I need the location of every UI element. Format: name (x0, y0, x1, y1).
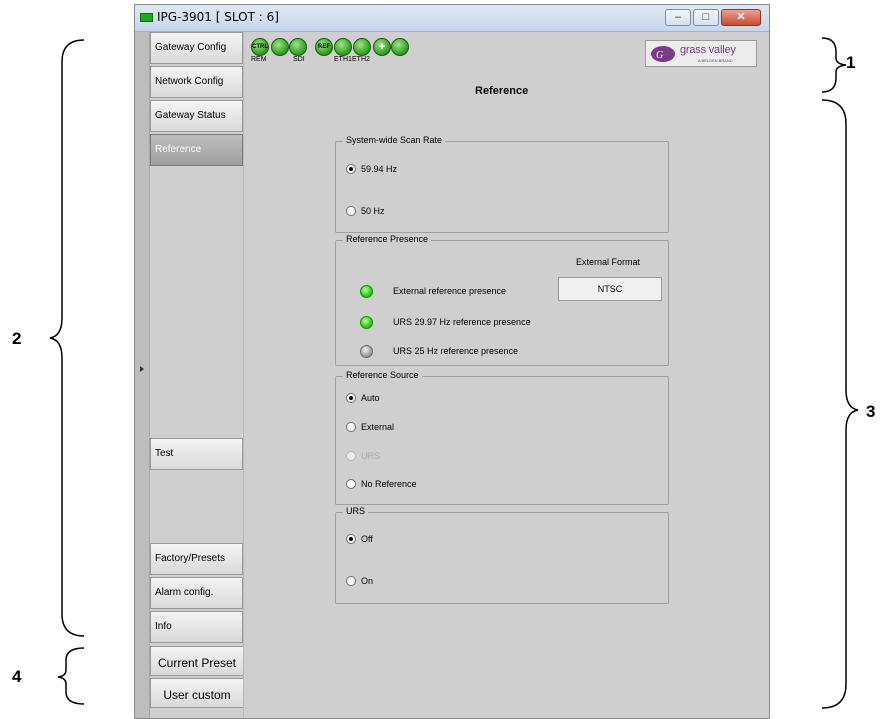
app-icon (140, 13, 153, 22)
radio-auto-label: Auto (361, 393, 380, 403)
radio-urs: URS (346, 451, 380, 461)
ctrl-status-icon[interactable]: CTRL (251, 38, 269, 56)
grass-valley-logo: G grass valley A BELDEN BRAND (645, 40, 757, 67)
eth1-label: ETH1 (334, 56, 352, 63)
sdi-label: SDI (293, 56, 305, 63)
sdi-icon[interactable] (289, 38, 307, 56)
reference-source-title: Reference Source (343, 370, 422, 380)
reference-presence-group: Reference Presence External Format NTSC … (335, 234, 669, 366)
tab-test[interactable]: Test (150, 438, 243, 470)
radio-50-button[interactable] (346, 206, 356, 216)
callout-4: 4 (12, 667, 22, 686)
tab-reference[interactable]: Reference (150, 134, 243, 166)
tab-user-custom[interactable]: User custom (150, 678, 244, 708)
logo-mark-icon: G (651, 46, 675, 62)
urs-2997-presence-label: URS 29.97 Hz reference presence (393, 317, 531, 327)
window-title: IPG-3901 [ SLOT : 6] (157, 10, 279, 24)
tab-current-preset[interactable]: Current Preset (150, 646, 244, 676)
radio-urs-on-label: On (361, 576, 374, 586)
radio-auto[interactable]: Auto (346, 393, 380, 403)
radio-urs-button (346, 451, 356, 461)
radio-urs-on[interactable]: On (346, 576, 373, 586)
radio-external[interactable]: External (346, 422, 394, 432)
collapse-strip[interactable] (135, 32, 150, 718)
rem-label: REM (251, 56, 267, 63)
urs-group: URS Off On (335, 506, 669, 604)
radio-urs-off-button[interactable] (346, 534, 356, 544)
scan-rate-title: System-wide Scan Rate (343, 135, 446, 145)
callout-2: 2 (12, 329, 22, 348)
urs-25-presence-label: URS 25 Hz reference presence (393, 346, 519, 356)
tab-divider (243, 32, 244, 718)
radio-auto-button[interactable] (346, 393, 356, 403)
svg-text:G: G (656, 50, 663, 61)
reference-presence-title: Reference Presence (343, 234, 432, 244)
tab-factory-presets[interactable]: Factory/Presets (150, 543, 243, 575)
radio-no-reference-button[interactable] (346, 479, 356, 489)
logo-subtext: A BELDEN BRAND (698, 58, 733, 63)
client-area: Gateway Config Network Config Gateway St… (135, 32, 769, 718)
eth2-icon[interactable] (353, 38, 371, 56)
tab-gateway-config[interactable]: Gateway Config (150, 32, 243, 64)
urs-2997-presence-led (360, 316, 373, 329)
callout-3: 3 (866, 402, 876, 421)
page-title: Reference (475, 85, 529, 97)
radio-no-reference[interactable]: No Reference (346, 479, 417, 489)
radio-urs-label: URS (361, 451, 381, 461)
app-window: IPG-3901 [ SLOT : 6] – □ ✕ Gateway Confi… (134, 4, 770, 719)
maximize-button[interactable]: □ (693, 9, 719, 26)
ref-icon[interactable]: REF (315, 38, 333, 56)
refresh-icon[interactable] (391, 38, 409, 56)
radio-59-94[interactable]: 59.94 Hz (346, 164, 397, 174)
external-format-value: NTSC (558, 277, 662, 301)
title-bar: IPG-3901 [ SLOT : 6] – □ ✕ (135, 5, 769, 32)
radio-50[interactable]: 50 Hz (346, 206, 385, 216)
tab-gateway-status[interactable]: Gateway Status (150, 100, 243, 132)
radio-external-label: External (361, 422, 395, 432)
radio-urs-off-label: Off (361, 534, 373, 544)
add-icon[interactable]: + (373, 38, 391, 56)
callout-1: 1 (846, 53, 856, 72)
external-presence-led (360, 285, 373, 298)
scan-rate-group: System-wide Scan Rate 59.94 Hz 50 Hz (335, 135, 669, 233)
urs-title: URS (343, 506, 369, 516)
radio-59-94-label: 59.94 Hz (361, 164, 398, 174)
radio-urs-on-button[interactable] (346, 576, 356, 586)
tab-network-config[interactable]: Network Config (150, 66, 243, 98)
expand-arrow-icon[interactable] (140, 366, 144, 372)
radio-59-94-button[interactable] (346, 164, 356, 174)
eth1-icon[interactable] (334, 38, 352, 56)
radio-50-label: 50 Hz (361, 206, 385, 216)
external-presence-label: External reference presence (393, 286, 507, 296)
urs-25-presence-led (360, 345, 373, 358)
radio-no-reference-label: No Reference (361, 479, 417, 489)
close-button[interactable]: ✕ (721, 9, 761, 26)
external-format-label: External Format (576, 257, 641, 267)
radio-external-button[interactable] (346, 422, 356, 432)
minimize-button[interactable]: – (665, 9, 691, 26)
status-icon[interactable] (271, 38, 289, 56)
tab-alarm-config[interactable]: Alarm config. (150, 577, 243, 609)
eth2-label: ETH2 (352, 56, 370, 63)
logo-text: grass valley (680, 44, 736, 56)
tab-info[interactable]: Info (150, 611, 243, 643)
reference-source-group: Reference Source Auto External URS No Re… (335, 370, 669, 505)
radio-urs-off[interactable]: Off (346, 534, 373, 544)
